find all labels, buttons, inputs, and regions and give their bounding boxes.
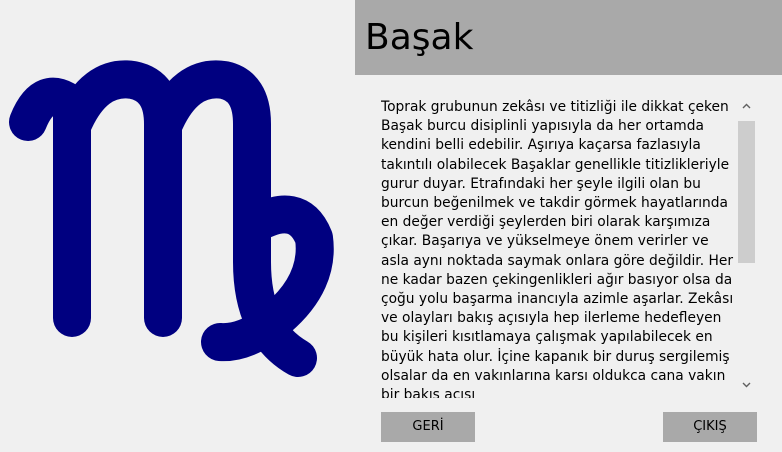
vertical-scrollbar[interactable] bbox=[737, 98, 756, 396]
scroll-up-button[interactable] bbox=[737, 98, 756, 116]
description-textbox[interactable]: Toprak grubunun zekâsı ve titizliği ile … bbox=[381, 98, 735, 398]
scroll-down-button[interactable] bbox=[737, 377, 756, 395]
page-title: Başak bbox=[365, 17, 474, 58]
exit-button[interactable]: ÇIKIŞ bbox=[663, 412, 757, 442]
header-bar: Başak bbox=[355, 0, 782, 75]
virgo-zodiac-icon bbox=[9, 60, 334, 377]
back-button[interactable]: GERİ bbox=[381, 412, 475, 442]
chevron-up-icon bbox=[742, 103, 751, 109]
chevron-down-icon bbox=[742, 382, 751, 388]
scroll-thumb[interactable] bbox=[738, 121, 755, 263]
description-text: Toprak grubunun zekâsı ve titizliği ile … bbox=[381, 99, 734, 398]
